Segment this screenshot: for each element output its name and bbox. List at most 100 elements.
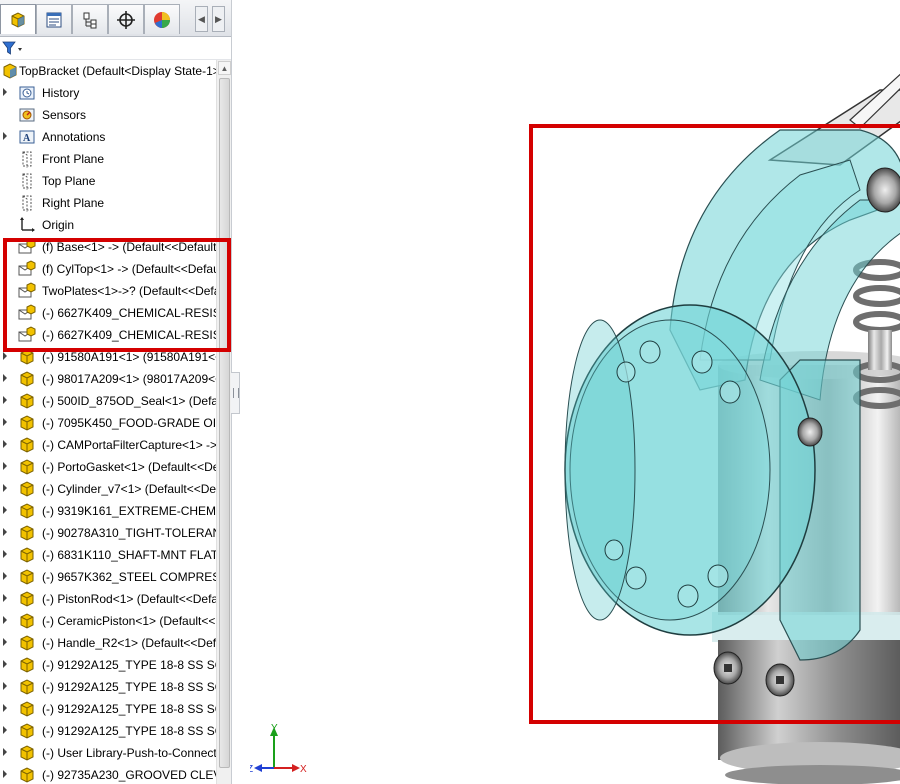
tree-item[interactable]: (-) 91292A125_TYPE 18-8 SS SOCKET (0, 698, 216, 720)
property-manager-tab[interactable] (36, 4, 72, 34)
expand-arrow-icon[interactable] (3, 462, 7, 470)
tree-item-label: (-) Cylinder_v7<1> (Default<<Default>>) (42, 482, 216, 496)
expand-arrow-icon[interactable] (3, 550, 7, 558)
tree-item[interactable]: Right Plane (0, 192, 216, 214)
tree-item[interactable]: (-) 92735A230_GROOVED CLEVIS (0, 764, 216, 784)
origin-icon (18, 216, 36, 234)
tree-item[interactable]: (-) 90278A310_TIGHT-TOLERANCE (0, 522, 216, 544)
expand-arrow-icon[interactable] (3, 616, 7, 624)
tree-item[interactable]: History (0, 82, 216, 104)
tree-item[interactable]: (-) 91292A125_TYPE 18-8 SS SOCKET (0, 676, 216, 698)
tree-item-label: (-) 9319K161_EXTREME-CHEMICAL (42, 504, 216, 518)
feature-tree-icon (7, 9, 29, 31)
part-icon (18, 612, 36, 630)
expand-arrow-icon[interactable] (3, 726, 7, 734)
tree-vertical-scrollbar[interactable]: ▲ (216, 60, 231, 784)
expand-arrow-icon[interactable] (3, 396, 7, 404)
part-icon (18, 524, 36, 542)
tree-item-label: History (42, 86, 80, 100)
tree-item[interactable]: Origin (0, 214, 216, 236)
tree-item[interactable]: A Annotations (0, 126, 216, 148)
expand-arrow-icon[interactable] (3, 682, 7, 690)
expand-arrow-icon[interactable] (3, 506, 7, 514)
tree-item-label: (-) 91292A125_TYPE 18-8 SS SOCKET (42, 702, 216, 716)
tab-scroll-right-button[interactable]: ▶ (212, 6, 225, 32)
tree-root-item[interactable]: TopBracket (Default<Display State-1>) (0, 60, 216, 82)
expand-arrow-icon[interactable] (3, 748, 7, 756)
filter-button[interactable] (2, 40, 24, 56)
scroll-thumb[interactable] (219, 78, 230, 768)
highlight-box (3, 238, 231, 352)
part-icon (18, 502, 36, 520)
tree-item[interactable]: (-) PistonRod<1> (Default<<Default>>) (0, 588, 216, 610)
tree-item[interactable]: (-) User Library-Push-to-Connect (0, 742, 216, 764)
tree-item-label: (-) 90278A310_TIGHT-TOLERANCE (42, 526, 216, 540)
tree-item[interactable]: (-) CAMPortaFilterCapture<1> -> (0, 434, 216, 456)
part-icon (18, 590, 36, 608)
scroll-up-button[interactable]: ▲ (218, 61, 231, 75)
tree-item-label: Right Plane (42, 196, 105, 210)
expand-arrow-icon[interactable] (3, 594, 7, 602)
part-icon (18, 546, 36, 564)
tree-item[interactable]: (-) Handle_R2<1> (Default<<Default>>) (0, 632, 216, 654)
sensors-icon (18, 106, 36, 124)
tree-item[interactable]: Front Plane (0, 148, 216, 170)
expand-arrow-icon[interactable] (3, 352, 7, 360)
expand-arrow-icon[interactable] (3, 88, 7, 96)
expand-arrow-icon[interactable] (3, 132, 7, 140)
filter-row (0, 37, 231, 60)
part-icon (18, 766, 36, 784)
tree-item[interactable]: Sensors (0, 104, 216, 126)
expand-arrow-icon[interactable] (3, 770, 7, 778)
expand-arrow-icon[interactable] (3, 660, 7, 668)
z-axis-label: Z (250, 764, 253, 775)
tree-item[interactable]: (-) 91292A125_TYPE 18-8 SS SOCKET (0, 720, 216, 742)
root-icon (1, 62, 19, 80)
tree-item[interactable]: (-) 91292A125_TYPE 18-8 SS SOCKET (0, 654, 216, 676)
configuration-manager-icon (80, 10, 100, 30)
expand-arrow-icon[interactable] (3, 638, 7, 646)
expand-arrow-icon[interactable] (3, 528, 7, 536)
property-manager-icon (44, 10, 64, 30)
expand-arrow-icon[interactable] (3, 704, 7, 712)
tree-item[interactable]: (-) 98017A209<1> (98017A209<<Default>>) (0, 368, 216, 390)
tree-item[interactable]: (-) 9657K362_STEEL COMPRESSION (0, 566, 216, 588)
tab-scroll-left-button[interactable]: ◀ (195, 6, 208, 32)
tree-item[interactable]: (-) PortoGasket<1> (Default<<Default>>) (0, 456, 216, 478)
x-axis-label: X (300, 764, 307, 775)
feature-manager-tabbar: ◀ ▶ (0, 0, 231, 37)
dimxpert-manager-tab[interactable] (108, 4, 144, 34)
part-icon (18, 458, 36, 476)
configuration-manager-tab[interactable] (72, 4, 108, 34)
expand-arrow-icon[interactable] (3, 440, 7, 448)
tree-item-label: (-) CeramicPiston<1> (Default<<Default>>… (42, 614, 216, 628)
tree-item-label: (-) 92735A230_GROOVED CLEVIS (42, 768, 216, 782)
svg-text:A: A (23, 133, 31, 144)
tree-item[interactable]: (-) 9319K161_EXTREME-CHEMICAL (0, 500, 216, 522)
chevron-left-icon: ◀ (198, 13, 205, 24)
tree-item[interactable]: (-) CeramicPiston<1> (Default<<Default>>… (0, 610, 216, 632)
tree-item-label: (-) PortoGasket<1> (Default<<Default>>) (42, 460, 216, 474)
plane-icon (18, 194, 36, 212)
grip-icon (233, 388, 239, 398)
feature-manager-panel: ◀ ▶ TopBracket (Default<Display State-1>… (0, 0, 232, 784)
tree-item[interactable]: (-) 500ID_875OD_Seal<1> (Default<<Defaul… (0, 390, 216, 412)
feature-manager-tab[interactable] (0, 4, 36, 34)
tree-item[interactable]: (-) 7095K450_FOOD-GRADE OIL-RESISTANT (0, 412, 216, 434)
part-icon (18, 656, 36, 674)
display-manager-tab[interactable] (144, 4, 180, 34)
tree-item-label: (-) 7095K450_FOOD-GRADE OIL-RESISTANT (42, 416, 216, 430)
tree-item-label: Sensors (42, 108, 87, 122)
tree-item-label: Top Plane (42, 174, 96, 188)
tree-item[interactable]: (-) Cylinder_v7<1> (Default<<Default>>) (0, 478, 216, 500)
tree-item[interactable]: Top Plane (0, 170, 216, 192)
expand-arrow-icon[interactable] (3, 484, 7, 492)
feature-tree: TopBracket (Default<Display State-1>) His… (0, 60, 216, 784)
expand-arrow-icon[interactable] (3, 418, 7, 426)
tree-item-label: (-) 91292A125_TYPE 18-8 SS SOCKET (42, 658, 216, 672)
tree-item[interactable]: (-) 6831K110_SHAFT-MNT FLAT TIP (0, 544, 216, 566)
panel-splitter-handle[interactable] (231, 372, 240, 414)
expand-arrow-icon[interactable] (3, 572, 7, 580)
part-icon (18, 436, 36, 454)
expand-arrow-icon[interactable] (3, 374, 7, 382)
